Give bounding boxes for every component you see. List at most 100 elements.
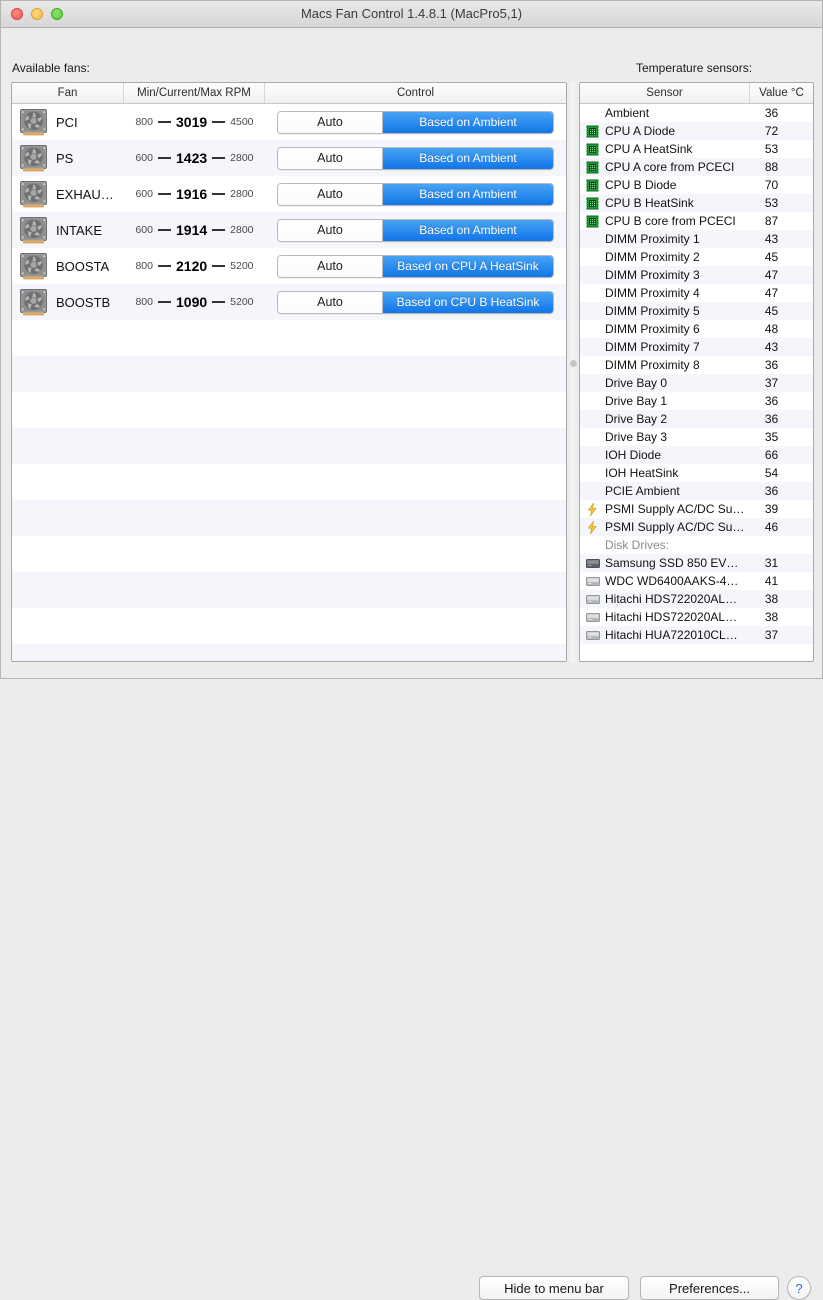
fan-control-segmented[interactable]: Auto Based on Ambient [277, 110, 554, 134]
chip-icon [585, 178, 600, 192]
fan-auto-button[interactable]: Auto [278, 111, 382, 133]
sensor-group-header-row: Disk Drives: [580, 536, 813, 554]
sensor-name-label: CPU A Diode [605, 124, 676, 138]
panel-splitter[interactable] [569, 82, 577, 662]
rpm-column-header[interactable]: Min/Current/Max RPM [124, 83, 265, 103]
fan-auto-button[interactable]: Auto [278, 291, 382, 313]
fan-auto-button[interactable]: Auto [278, 219, 382, 241]
bolt-icon [588, 502, 597, 516]
sensor-row[interactable]: CPU A core from PCECI 88 [580, 158, 813, 176]
sensor-name-cell: WDC WD6400AAKS-4… [580, 574, 750, 588]
sensor-value-cell: 43 [764, 232, 779, 246]
fan-rpm-current: 2120 [176, 258, 208, 274]
sensors-table: Sensor Value °C Ambient 36 CPU A Diode 7… [579, 82, 814, 662]
sensor-row[interactable]: DIMM Proximity 6 48 [580, 320, 813, 338]
sensor-value-cell: 36 [764, 358, 779, 372]
fan-rpm-min: 800 [135, 260, 153, 272]
fan-control-segmented[interactable]: Auto Based on CPU A HeatSink [277, 254, 554, 278]
sensor-name-label: IOH Diode [605, 448, 662, 462]
fan-icon [20, 288, 47, 315]
fan-control-segmented[interactable]: Auto Based on Ambient [277, 146, 554, 170]
no-icon [585, 286, 600, 300]
fan-icon [20, 144, 47, 172]
sensor-name-cell: DIMM Proximity 8 [580, 358, 750, 372]
fan-auto-button[interactable]: Auto [278, 147, 382, 169]
rpm-dash-icon [158, 193, 171, 195]
sensor-name-cell: CPU B Diode [580, 178, 750, 192]
fan-row[interactable]: BOOSTA 800 2120 5200 Auto Based on CPU A… [12, 248, 566, 284]
sensor-row[interactable]: CPU A HeatSink 53 [580, 140, 813, 158]
sensor-row[interactable]: PCIE Ambient 36 [580, 482, 813, 500]
sensor-name-cell: DIMM Proximity 1 [580, 232, 750, 246]
preferences-button[interactable]: Preferences... [640, 1276, 779, 1300]
fan-row[interactable]: BOOSTB 800 1090 5200 Auto Based on CPU B… [12, 284, 566, 320]
sensor-row[interactable]: Drive Bay 2 36 [580, 410, 813, 428]
fan-control-segmented[interactable]: Auto Based on Ambient [277, 218, 554, 242]
fan-sensor-based-button[interactable]: Based on CPU A HeatSink [382, 255, 553, 277]
fan-sensor-based-button[interactable]: Based on Ambient [382, 111, 553, 133]
sensor-row[interactable]: IOH HeatSink 54 [580, 464, 813, 482]
sensor-row[interactable]: DIMM Proximity 3 47 [580, 266, 813, 284]
control-column-header[interactable]: Control [265, 83, 566, 103]
sensor-name-label: DIMM Proximity 8 [605, 358, 700, 372]
sensor-name-cell: CPU A Diode [580, 124, 750, 138]
hdd-icon [585, 610, 600, 624]
fan-column-header[interactable]: Fan [12, 83, 124, 103]
sensor-row[interactable]: CPU B HeatSink 53 [580, 194, 813, 212]
sensor-row[interactable]: PSMI Supply AC/DC Su… 39 [580, 500, 813, 518]
sensor-row[interactable]: CPU A Diode 72 [580, 122, 813, 140]
fan-row[interactable]: PS 600 1423 2800 Auto Based on Ambient [12, 140, 566, 176]
fan-icon [20, 252, 47, 279]
sensor-row[interactable]: CPU B core from PCECI 87 [580, 212, 813, 230]
sensor-row[interactable]: Ambient 36 [580, 104, 813, 122]
sensor-row[interactable]: IOH Diode 66 [580, 446, 813, 464]
window-title: Macs Fan Control 1.4.8.1 (MacPro5,1) [300, 6, 523, 21]
sensor-row[interactable]: Drive Bay 0 37 [580, 374, 813, 392]
fan-control-segmented[interactable]: Auto Based on Ambient [277, 182, 554, 206]
sensor-row[interactable]: DIMM Proximity 7 43 [580, 338, 813, 356]
fan-control-cell: Auto Based on Ambient [265, 146, 566, 170]
sensor-value-cell: 46 [764, 520, 779, 534]
value-column-header[interactable]: Value °C [750, 83, 813, 103]
sensor-row[interactable]: DIMM Proximity 1 43 [580, 230, 813, 248]
sensor-row[interactable]: DIMM Proximity 2 45 [580, 248, 813, 266]
fan-rpm-current: 1090 [176, 294, 208, 310]
rpm-dash-icon [212, 121, 226, 123]
sensor-name-label: CPU B HeatSink [605, 196, 694, 210]
sensor-row[interactable]: WDC WD6400AAKS-4… 41 [580, 572, 813, 590]
fan-sensor-based-button[interactable]: Based on Ambient [382, 183, 553, 205]
fan-sensor-based-button[interactable]: Based on CPU B HeatSink [382, 291, 553, 313]
sensor-row[interactable]: Hitachi HDS722020AL… 38 [580, 608, 813, 626]
fan-name-cell: INTAKE [12, 216, 124, 244]
fan-row-empty [12, 500, 566, 536]
sensor-row[interactable]: DIMM Proximity 5 45 [580, 302, 813, 320]
sensor-row[interactable]: PSMI Supply AC/DC Su… 46 [580, 518, 813, 536]
fan-row[interactable]: INTAKE 600 1914 2800 Auto Based on Ambie… [12, 212, 566, 248]
fan-auto-button[interactable]: Auto [278, 183, 382, 205]
sensor-value-cell: 47 [764, 268, 779, 282]
fan-auto-button[interactable]: Auto [278, 255, 382, 277]
sensor-value-cell: 37 [764, 376, 779, 390]
sensor-row[interactable]: Hitachi HDS722020AL… 38 [580, 590, 813, 608]
fan-row[interactable]: EXHAU… 600 1916 2800 Auto Based on Ambie… [12, 176, 566, 212]
fan-sensor-based-button[interactable]: Based on Ambient [382, 147, 553, 169]
sensor-value-cell: 36 [764, 484, 779, 498]
splitter-handle[interactable] [570, 360, 577, 367]
chip-icon [585, 196, 600, 210]
fan-rpm-cell: 800 2120 5200 [124, 258, 265, 274]
no-icon [585, 304, 600, 318]
rpm-dash-icon [158, 265, 171, 267]
sensor-column-header[interactable]: Sensor [580, 83, 750, 103]
hide-to-menu-bar-button[interactable]: Hide to menu bar [479, 1276, 629, 1300]
sensor-row[interactable]: DIMM Proximity 4 47 [580, 284, 813, 302]
help-button[interactable]: ? [787, 1276, 811, 1300]
fan-sensor-based-button[interactable]: Based on Ambient [382, 219, 553, 241]
sensor-row[interactable]: Samsung SSD 850 EV… 31 [580, 554, 813, 572]
no-icon [585, 538, 600, 552]
fan-row[interactable]: PCI 800 3019 4500 Auto Based on Ambient [12, 104, 566, 140]
sensor-row[interactable]: DIMM Proximity 8 36 [580, 356, 813, 374]
fan-control-segmented[interactable]: Auto Based on CPU B HeatSink [277, 290, 554, 314]
sensor-row[interactable]: Drive Bay 3 35 [580, 428, 813, 446]
sensor-row[interactable]: CPU B Diode 70 [580, 176, 813, 194]
sensor-row[interactable]: Drive Bay 1 36 [580, 392, 813, 410]
